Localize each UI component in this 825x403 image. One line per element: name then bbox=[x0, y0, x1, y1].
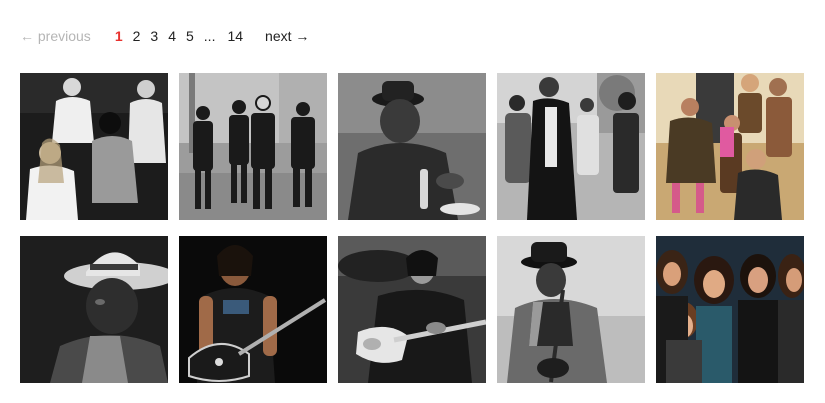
thumbnail-man-in-hat-table[interactable] bbox=[338, 73, 486, 220]
photo-grid bbox=[20, 73, 804, 383]
thumbnail-band-portrait[interactable] bbox=[20, 73, 168, 220]
page-link-4[interactable]: 4 bbox=[168, 28, 176, 44]
pagination-ellipsis: ... bbox=[203, 28, 216, 44]
photo-image bbox=[20, 236, 168, 383]
photo-image bbox=[338, 73, 486, 220]
thumbnail-guitarist-electric[interactable] bbox=[338, 236, 486, 383]
next-page-link[interactable]: next → bbox=[265, 28, 309, 44]
thumbnail-musicians-street[interactable] bbox=[179, 73, 327, 220]
page-link-2[interactable]: 2 bbox=[133, 28, 141, 44]
photo-image bbox=[338, 236, 486, 383]
page-link-14[interactable]: 14 bbox=[227, 28, 243, 44]
page-link-5[interactable]: 5 bbox=[186, 28, 194, 44]
photo-image bbox=[179, 236, 327, 383]
thumbnail-band-color[interactable] bbox=[656, 73, 804, 220]
photo-image bbox=[20, 73, 168, 220]
thumbnail-guitarist-tank-top[interactable] bbox=[179, 236, 327, 383]
photo-image bbox=[497, 236, 645, 383]
photo-image bbox=[656, 73, 804, 220]
pagination: ← previous 1 2 3 4 5 ... 14 next → bbox=[20, 26, 309, 46]
thumbnail-rock-band-color[interactable] bbox=[656, 236, 804, 383]
photo-image bbox=[179, 73, 327, 220]
page-link-3[interactable]: 3 bbox=[150, 28, 158, 44]
photo-image bbox=[497, 73, 645, 220]
thumbnail-man-straw-hat[interactable] bbox=[20, 236, 168, 383]
thumbnail-man-hat-guitar[interactable] bbox=[497, 236, 645, 383]
thumbnail-group-outdoors[interactable] bbox=[497, 73, 645, 220]
page-link-1[interactable]: 1 bbox=[115, 28, 123, 44]
photo-image bbox=[656, 236, 804, 383]
previous-page-link[interactable]: ← previous bbox=[20, 28, 91, 44]
